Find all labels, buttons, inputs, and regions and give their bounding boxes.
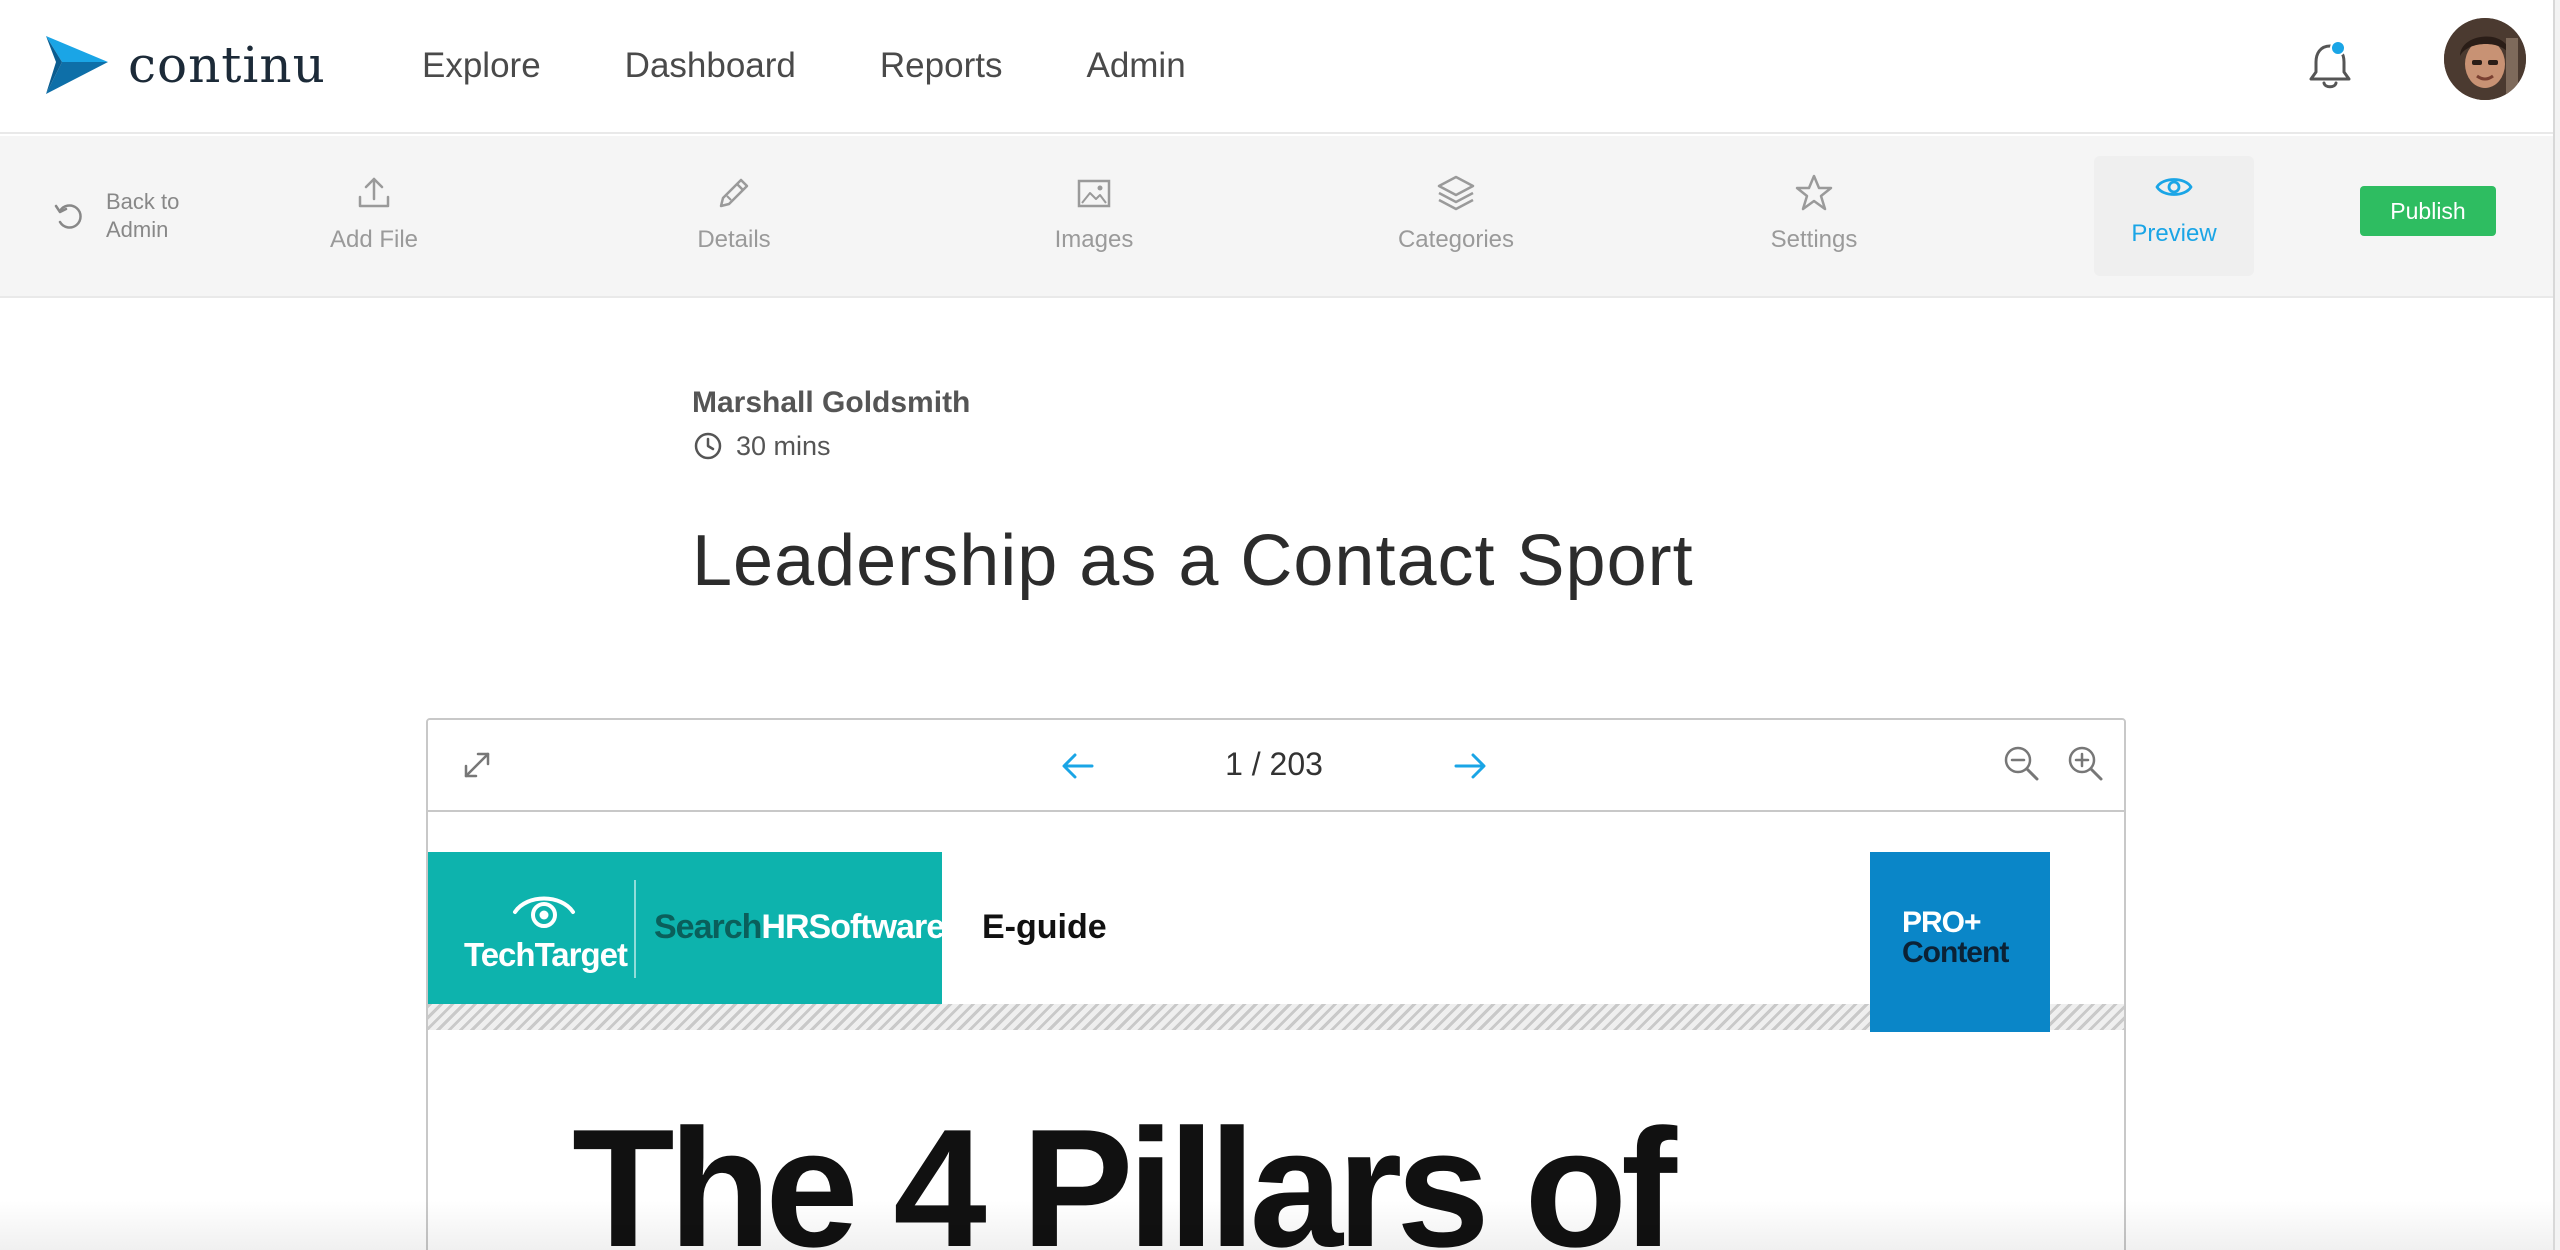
clock-icon [694,432,722,460]
zoom-in-icon[interactable] [2064,742,2106,784]
pencil-icon [719,178,749,208]
zoom-out-icon[interactable] [2000,742,2042,784]
brand-part-search: Search [654,908,762,946]
tool-settings-label: Settings [1770,226,1858,253]
nav-reports[interactable]: Reports [880,44,1003,88]
publish-button[interactable]: Publish [2360,186,2496,236]
tool-details[interactable]: Details [654,162,814,282]
publisher-banner: TechTarget SearchHRSoftware [428,852,945,1004]
tool-categories[interactable]: Categories [1376,162,1536,282]
back-to-admin-button[interactable]: Back to Admin [52,188,196,244]
techtarget-logo: TechTarget [464,888,628,974]
brand-name: continu [128,36,326,94]
tool-images[interactable]: Images [1014,162,1174,282]
editor-toolbar: Back to Admin Add File Details Images Ca… [0,136,2553,298]
tool-categories-label: Categories [1397,226,1515,253]
techtarget-eye-icon [513,896,575,928]
continu-arrow-icon [46,36,108,94]
avatar-photo-icon [2444,18,2526,100]
notification-badge-dot [2330,40,2346,56]
main-nav: Explore Dashboard Reports Admin [422,44,1270,88]
undo-arrow-icon [54,204,82,229]
pro-content-badge: PRO+ Content [1870,852,2050,1032]
star-icon [1795,174,1833,211]
document-viewer: 1 / 203 TechTarget SearchHRSoftware E-gu… [426,718,2126,1250]
nav-explore[interactable]: Explore [422,44,541,88]
layers-icon [1437,175,1475,211]
eye-icon [2155,178,2193,196]
tool-images-label: Images [1054,226,1134,253]
content-title: Leadership as a Contact Sport [692,521,1694,601]
tool-add-file-label: Add File [329,226,419,253]
page-scrollbar[interactable] [2553,0,2560,1250]
top-nav: continu Explore Dashboard Reports Admin [0,0,2560,134]
page-indicator: 1 / 203 [1225,746,1323,782]
tool-preview[interactable]: Preview [2094,156,2254,276]
back-to-admin-label: Back to Admin [106,189,180,242]
next-page-arrow-icon[interactable] [1450,746,1490,786]
author-name: Marshall Goldsmith [692,386,971,419]
duration-value: 30 mins [736,430,831,461]
brand-part-hrsoftware: HRSoftware [761,908,945,946]
document-page: TechTarget SearchHRSoftware E-guide PRO+… [428,814,2124,1250]
tool-preview-label: Preview [2131,220,2217,247]
tool-add-file[interactable]: Add File [294,162,454,282]
previous-page-arrow-icon[interactable] [1058,746,1098,786]
badge-line-1: PRO+ [1902,906,1982,939]
nav-admin[interactable]: Admin [1086,44,1185,88]
techtarget-wordmark: TechTarget [464,936,628,973]
image-icon [1077,179,1111,208]
doc-type-label: E-guide [982,908,1107,946]
document-heading: The 4 Pillars of [572,1094,1677,1250]
banner-divider [634,880,636,978]
badge-line-2: Content [1902,936,2009,969]
searchhrsoftware-brand: SearchHRSoftware [654,908,945,947]
tool-settings[interactable]: Settings [1734,162,1894,282]
expand-icon[interactable] [458,746,496,784]
tool-details-label: Details [697,226,771,253]
user-avatar[interactable] [2444,18,2526,100]
continu-logo[interactable]: continu [44,32,326,98]
upload-icon [358,177,390,208]
nav-dashboard[interactable]: Dashboard [625,44,796,88]
viewer-toolbar: 1 / 203 [428,720,2124,812]
duration: 30 mins [692,430,831,462]
